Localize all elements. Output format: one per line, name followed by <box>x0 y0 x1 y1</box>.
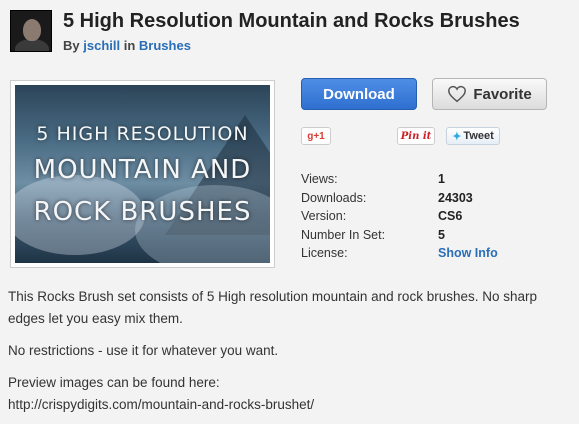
info-key: Downloads: <box>301 190 367 205</box>
heart-outline-icon <box>448 85 467 103</box>
info-key: Version: <box>301 209 347 223</box>
description-paragraph: No restrictions - use it for whatever yo… <box>8 343 279 358</box>
page-header: 5 High Resolution Mountain and Rocks Bru… <box>8 8 568 56</box>
preview-image-frame[interactable]: 5 HIGH RESOLUTION MOUNTAIN AND ROCK BRUS… <box>10 80 275 268</box>
info-key: Number In Set: <box>301 227 386 242</box>
tweet-button[interactable]: ✦ Tweet <box>446 127 500 145</box>
google-plus-button[interactable]: g+1 <box>301 127 331 145</box>
info-key: Views: <box>301 172 338 186</box>
description-url: http://crispydigits.com/mountain-and-roc… <box>8 397 315 412</box>
author-avatar[interactable] <box>10 10 52 52</box>
byline: By jschill in Brushes <box>63 38 191 53</box>
download-button-label: Download <box>323 85 395 103</box>
description: This Rocks Brush set consists of 5 High … <box>8 286 573 416</box>
info-key: License: <box>301 246 348 260</box>
category-link[interactable]: Brushes <box>139 38 191 53</box>
info-value: 24303 <box>438 190 473 205</box>
preview-text-line: 5 HIGH RESOLUTION <box>36 123 249 145</box>
avatar-face <box>23 19 41 41</box>
preview-text-line: ROCK BRUSHES <box>33 197 252 227</box>
preview-image: 5 HIGH RESOLUTION MOUNTAIN AND ROCK BRUS… <box>15 85 270 263</box>
download-button[interactable]: Download <box>301 78 417 110</box>
info-value: 5 <box>438 227 445 242</box>
favorite-button-label: Favorite <box>473 85 532 103</box>
favorite-button[interactable]: Favorite <box>432 78 547 110</box>
twitter-bird-icon: ✦ <box>452 130 462 143</box>
license-show-info-link[interactable]: Show Info <box>438 246 498 260</box>
pinterest-button[interactable]: Pin it <box>397 127 435 145</box>
byline-in: in <box>123 38 136 53</box>
description-paragraph: This Rocks Brush set consists of 5 High … <box>8 289 537 326</box>
preview-text-line: MOUNTAIN AND <box>33 155 252 185</box>
page-title: 5 High Resolution Mountain and Rocks Bru… <box>63 10 520 32</box>
description-paragraph: Preview images can be found here: <box>8 375 220 390</box>
byline-by: By <box>63 38 80 53</box>
info-value: CS6 <box>438 209 463 223</box>
author-link[interactable]: jschill <box>83 38 120 53</box>
tweet-button-label: Tweet <box>463 130 494 142</box>
info-value: 1 <box>438 172 445 186</box>
